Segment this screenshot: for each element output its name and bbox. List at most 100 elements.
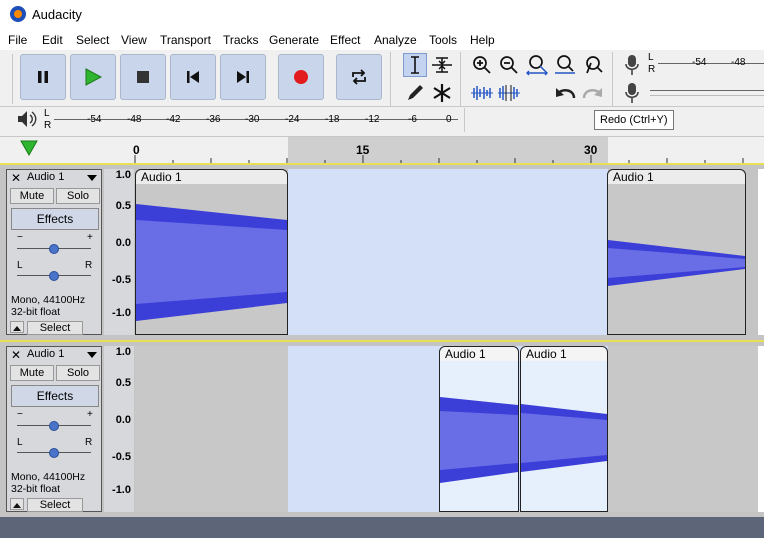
loop-button[interactable] (336, 54, 382, 100)
pencil-icon (408, 85, 423, 100)
menu-transport[interactable]: Transport (160, 33, 211, 47)
scale-label: -0.5 (112, 451, 131, 463)
audio-clip[interactable]: Audio 1 (520, 346, 608, 512)
menu-select[interactable]: Select (76, 33, 109, 47)
undo-icon (556, 88, 576, 99)
gain-plus-label: + (87, 409, 93, 420)
envelope-icon (432, 57, 452, 73)
close-track-icon[interactable]: ✕ (11, 348, 21, 362)
track-bit-depth-info: 32-bit float (11, 306, 61, 318)
record-meter-button[interactable] (624, 54, 640, 79)
record-meter-scale[interactable] (658, 63, 764, 64)
timeline-ruler[interactable]: 0 15 30 (0, 136, 764, 163)
track-name-menu[interactable]: Audio 1 (27, 348, 64, 360)
audio-clip[interactable]: Audio 1 (439, 346, 519, 512)
scale-label: 0.5 (115, 200, 131, 212)
waveform (136, 204, 287, 321)
menu-effect[interactable]: Effect (330, 33, 360, 47)
playback-meter-button[interactable] (16, 109, 38, 132)
gain-minus-label: − (17, 409, 23, 420)
trim-audio-button[interactable] (470, 81, 494, 105)
zoom-in-button[interactable] (470, 53, 494, 77)
draw-tool[interactable] (403, 81, 427, 105)
menu-analyze[interactable]: Analyze (374, 33, 417, 47)
mute-button[interactable]: Mute (10, 365, 54, 381)
playback-meter-right-label: R (44, 120, 52, 131)
gain-plus-label: + (87, 232, 93, 243)
chevron-down-icon[interactable] (87, 352, 97, 358)
triangle-up-icon (13, 503, 21, 508)
undo-button[interactable] (553, 81, 577, 105)
pan-slider-knob[interactable] (49, 271, 59, 281)
solo-button[interactable]: Solo (56, 188, 100, 204)
redo-icon (582, 88, 602, 99)
skip-to-start-button[interactable] (170, 54, 216, 100)
stop-button[interactable] (120, 54, 166, 100)
zoom-fit-icon (555, 55, 575, 74)
silence-audio-button[interactable] (497, 81, 521, 105)
fit-project-button[interactable] (553, 53, 577, 77)
record-button[interactable] (278, 54, 324, 100)
audio-clip[interactable]: Audio 1 (607, 169, 746, 335)
track-control-panel: ✕ Audio 1 Mute Solo Effects − + L R Mono… (6, 169, 102, 335)
menu-generate[interactable]: Generate (269, 33, 319, 47)
menu-edit[interactable]: Edit (42, 33, 63, 47)
menu-tools[interactable]: Tools (429, 33, 457, 47)
menu-help[interactable]: Help (470, 33, 495, 47)
zoom-toggle-button[interactable] (581, 53, 605, 77)
amplitude-ruler: 1.0 0.5 0.0 -0.5 -1.0 (104, 346, 134, 512)
pause-button[interactable] (20, 54, 66, 100)
mute-button[interactable]: Mute (10, 188, 54, 204)
pause-icon (38, 71, 48, 83)
menu-view[interactable]: View (121, 33, 147, 47)
playback-meter-tick: -54 (87, 114, 102, 125)
record-level-track (650, 95, 764, 96)
close-track-icon[interactable]: ✕ (11, 171, 21, 185)
play-button[interactable] (70, 54, 116, 100)
record-level-button[interactable] (624, 82, 640, 107)
effects-button[interactable]: Effects (11, 385, 99, 407)
collapse-track-button[interactable] (10, 321, 24, 333)
record-meter-tick: -48 (731, 57, 746, 68)
selected-region[interactable] (288, 169, 608, 335)
empty-track-region[interactable] (135, 346, 288, 512)
record-meter-left-label: L (648, 52, 654, 63)
silence-icon (498, 85, 520, 101)
zoom-out-button[interactable] (497, 53, 521, 77)
waveform (440, 397, 518, 483)
scale-label: 0.5 (115, 377, 131, 389)
track-right-edge (758, 346, 764, 512)
record-level-slider[interactable] (650, 90, 764, 91)
track-name-menu[interactable]: Audio 1 (27, 171, 64, 183)
empty-track-region[interactable] (608, 346, 758, 512)
solo-button[interactable]: Solo (56, 365, 100, 381)
gain-slider-knob[interactable] (49, 244, 59, 254)
record-icon (294, 70, 308, 84)
effects-button[interactable]: Effects (11, 208, 99, 230)
menu-bar: File Edit Select View Transport Tracks G… (0, 30, 764, 50)
menu-tracks[interactable]: Tracks (223, 33, 259, 47)
gain-minus-label: − (17, 232, 23, 243)
select-track-button[interactable]: Select (27, 321, 83, 335)
select-track-button[interactable]: Select (27, 498, 83, 512)
scale-label: 0.0 (115, 414, 131, 426)
audacity-logo-icon (10, 6, 26, 22)
collapse-track-button[interactable] (10, 498, 24, 510)
gain-slider-knob[interactable] (49, 421, 59, 431)
speaker-icon (18, 111, 37, 127)
redo-button[interactable] (581, 81, 605, 105)
track-format-info: Mono, 44100Hz (11, 471, 86, 483)
skip-to-end-button[interactable] (220, 54, 266, 100)
envelope-tool[interactable] (430, 53, 454, 77)
selection-tool[interactable] (403, 53, 427, 77)
audio-clip[interactable]: Audio 1 (135, 169, 288, 335)
playback-meter-tick: 0 (446, 114, 452, 125)
fit-selection-button[interactable] (525, 53, 549, 77)
playback-meter-tick: -18 (325, 114, 340, 125)
microphone-icon (625, 55, 639, 75)
chevron-down-icon[interactable] (87, 175, 97, 181)
menu-file[interactable]: File (8, 33, 27, 47)
pan-slider-knob[interactable] (49, 448, 59, 458)
multi-tool[interactable] (430, 81, 454, 105)
track-format-info: Mono, 44100Hz (11, 294, 86, 306)
